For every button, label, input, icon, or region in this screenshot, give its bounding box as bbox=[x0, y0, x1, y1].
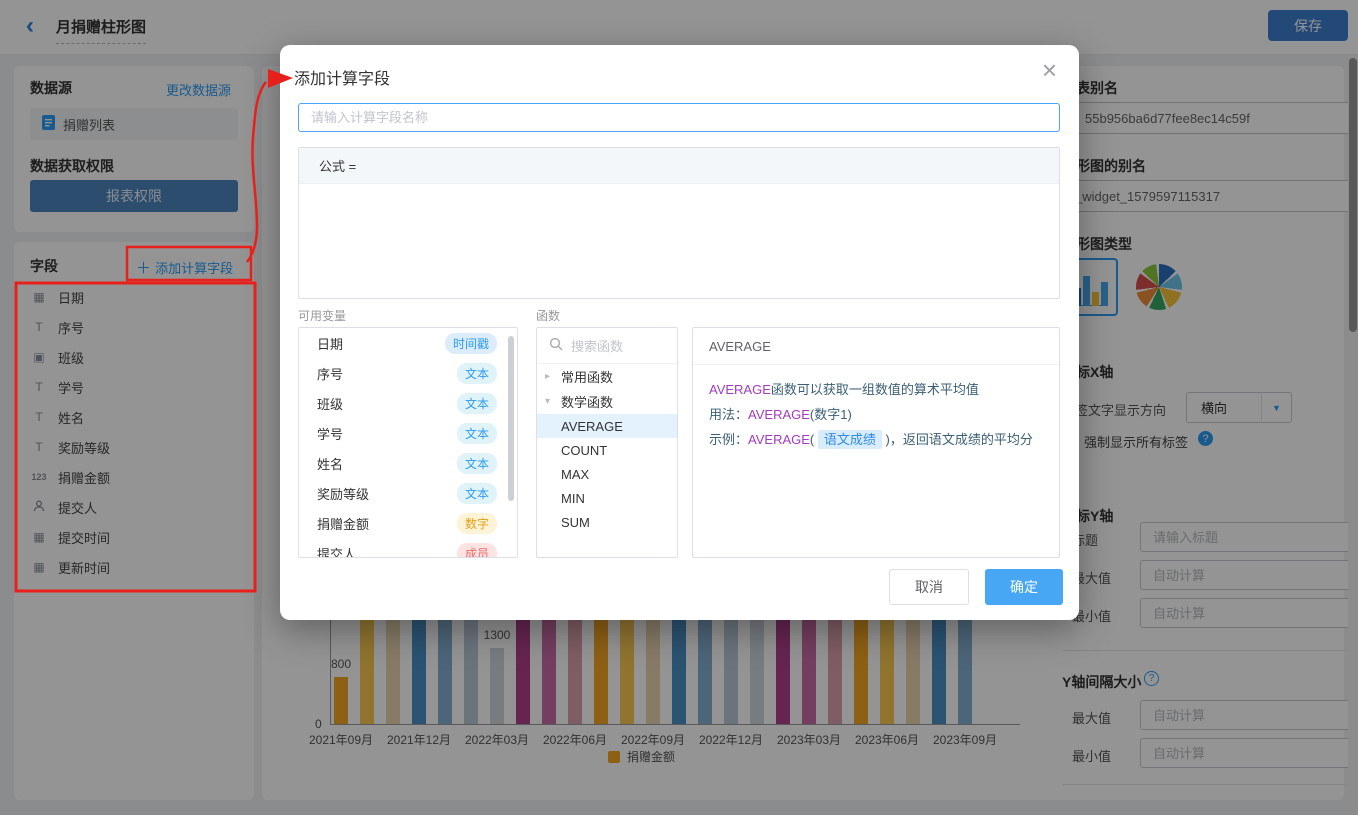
variable-item[interactable]: 序号 文本 bbox=[299, 358, 517, 388]
search-icon bbox=[549, 337, 563, 354]
variable-item[interactable]: 学号 文本 bbox=[299, 418, 517, 448]
chevron-right-icon: ▸ bbox=[545, 371, 555, 382]
variable-name: 奖励等级 bbox=[317, 484, 369, 503]
function-summary: AVERAGE函数可以获取一组数值的算术平均值 bbox=[709, 377, 1043, 402]
variables-scrollbar[interactable] bbox=[508, 336, 514, 501]
function-search[interactable]: 搜索函数 bbox=[537, 328, 677, 364]
calc-field-name-input[interactable] bbox=[298, 103, 1060, 132]
formula-editor[interactable]: 公式 = bbox=[298, 147, 1060, 299]
variable-name: 序号 bbox=[317, 364, 343, 383]
functions-label: 函数 bbox=[536, 307, 560, 324]
function-item[interactable]: MIN bbox=[537, 486, 677, 510]
variable-item[interactable]: 奖励等级 文本 bbox=[299, 478, 517, 508]
variable-type-badge: 文本 bbox=[457, 483, 497, 504]
variable-type-badge: 数字 bbox=[457, 513, 497, 534]
variable-type-badge: 文本 bbox=[457, 423, 497, 444]
variable-type-badge: 时间戳 bbox=[445, 333, 497, 354]
variable-name: 姓名 bbox=[317, 454, 343, 473]
variable-type-badge: 文本 bbox=[457, 363, 497, 384]
variable-item[interactable]: 捐赠金额 数字 bbox=[299, 508, 517, 538]
function-item[interactable]: COUNT bbox=[537, 438, 677, 462]
dialog-title: 添加计算字段 bbox=[294, 65, 390, 89]
confirm-button[interactable]: 确定 bbox=[985, 569, 1063, 605]
function-name-header: AVERAGE bbox=[693, 328, 1059, 365]
function-tree: ▸ 常用函数 ▾ 数学函数 AVERAGECOUNTMAXMINSUM bbox=[537, 364, 677, 534]
function-example: 示例：AVERAGE( 语文成绩 )，返回语文成绩的平均分 bbox=[709, 427, 1043, 452]
function-item[interactable]: MAX bbox=[537, 462, 677, 486]
function-search-placeholder: 搜索函数 bbox=[571, 336, 623, 355]
variables-list: 日期时间戳序号文本班级文本学号文本姓名文本奖励等级文本捐赠金额数字提交人成员 bbox=[298, 327, 518, 558]
variable-name: 捐赠金额 bbox=[317, 514, 369, 533]
variable-item[interactable]: 姓名 文本 bbox=[299, 448, 517, 478]
app-window: ‹ 月捐赠柱形图 保存 数据源 更改数据源 捐赠列表 数据获取权限 报表权限 字… bbox=[0, 0, 1358, 815]
variable-type-badge: 文本 bbox=[457, 393, 497, 414]
variable-item[interactable]: 日期 时间戳 bbox=[299, 328, 517, 358]
function-item[interactable]: AVERAGE bbox=[537, 414, 677, 438]
function-group-label: 数学函数 bbox=[561, 392, 613, 411]
variable-type-badge: 文本 bbox=[457, 453, 497, 474]
variable-item[interactable]: 班级 文本 bbox=[299, 388, 517, 418]
close-icon[interactable]: × bbox=[1042, 57, 1057, 83]
function-description: AVERAGE AVERAGE函数可以获取一组数值的算术平均值 用法：AVERA… bbox=[692, 327, 1060, 558]
chevron-down-icon: ▾ bbox=[545, 396, 555, 407]
variable-name: 班级 bbox=[317, 394, 343, 413]
formula-label: 公式 = bbox=[299, 148, 1059, 184]
variable-type-badge: 成员 bbox=[457, 543, 497, 559]
variable-name: 提交人 bbox=[317, 544, 356, 559]
function-group[interactable]: ▸ 常用函数 bbox=[537, 364, 677, 389]
functions-list: 搜索函数 ▸ 常用函数 ▾ 数学函数 AVERAGECOUNTMAXMINSUM bbox=[536, 327, 678, 558]
example-field-chip: 语文成绩 bbox=[818, 430, 882, 449]
variables-label: 可用变量 bbox=[298, 307, 346, 324]
variable-name: 日期 bbox=[317, 334, 343, 353]
cancel-button[interactable]: 取消 bbox=[889, 569, 969, 605]
function-group[interactable]: ▾ 数学函数 bbox=[537, 389, 677, 414]
function-group-label: 常用函数 bbox=[561, 367, 613, 386]
function-item[interactable]: SUM bbox=[537, 510, 677, 534]
function-usage: 用法：AVERAGE(数字1) bbox=[709, 402, 1043, 427]
variable-name: 学号 bbox=[317, 424, 343, 443]
add-calc-field-dialog: 添加计算字段 × 公式 = 可用变量 日期时间戳序号文本班级文本学号文本姓名文本… bbox=[280, 45, 1079, 620]
variable-item[interactable]: 提交人 成员 bbox=[299, 538, 517, 558]
